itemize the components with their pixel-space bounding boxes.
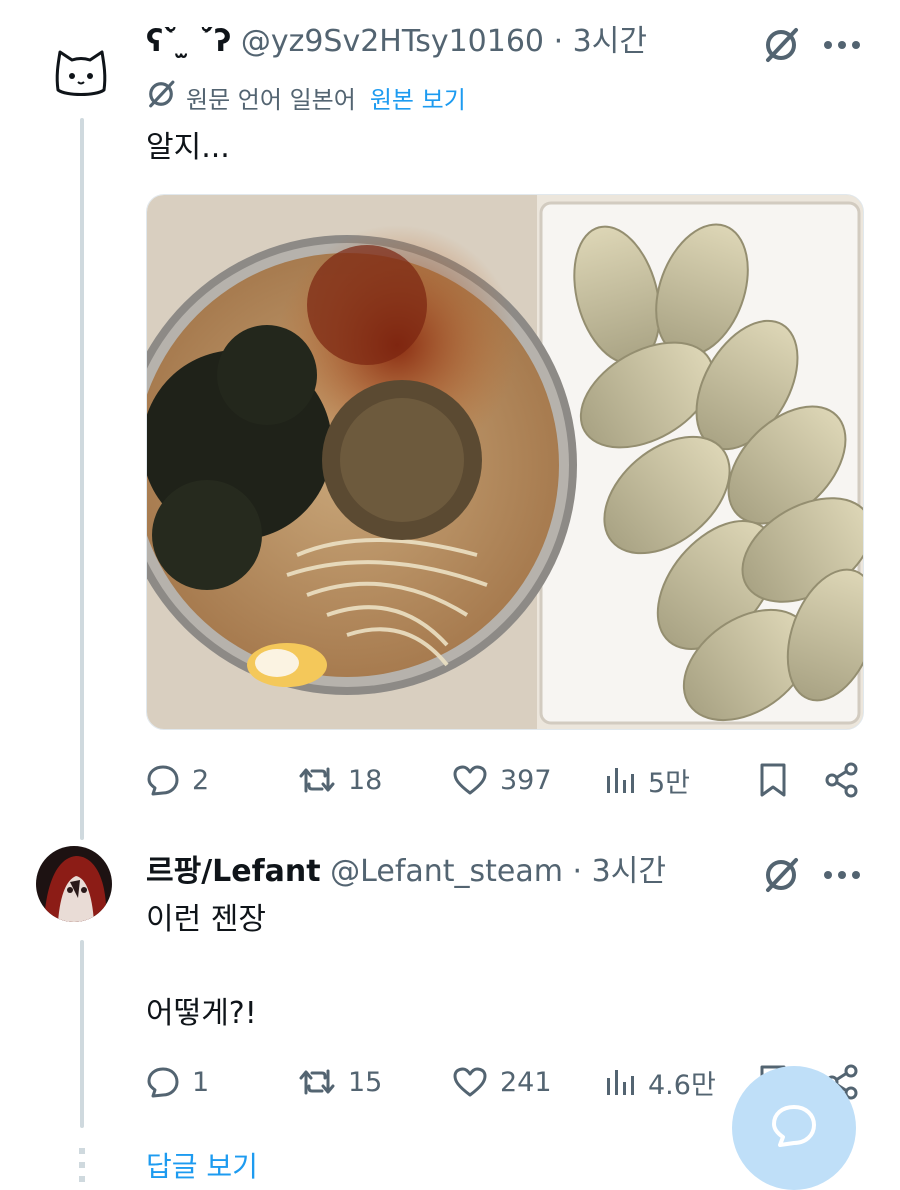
translate-icon[interactable] [760,24,802,66]
views-icon [604,764,636,796]
translation-row: 원문 언어 일본어 원본 보기 [146,80,466,114]
show-replies-link[interactable]: 답글 보기 [146,1148,258,1186]
avatar[interactable] [36,846,112,922]
timestamp[interactable]: 3시간 [573,24,647,59]
display-name[interactable]: 르팡/Lefant [146,854,321,889]
reply-icon [146,763,180,797]
user-handle[interactable]: @yz9Sv2HTsy10160 [241,24,544,59]
compose-reply-button[interactable] [732,1066,856,1190]
compose-reply-icon [767,1099,821,1157]
tweet-text: 알지... [146,130,230,165]
tweet-header: 르팡/Lefant @Lefant_steam · 3시간 [146,852,666,892]
repost-icon [298,1065,336,1099]
thread-connector [80,940,84,1128]
views-count: 4.6만 [648,1069,716,1101]
like-button[interactable]: 397 [452,760,552,800]
views-button[interactable]: 5만 [604,760,690,800]
thread-dots [79,1148,85,1188]
reply-button[interactable]: 1 [146,1062,209,1102]
views-button[interactable]: 4.6만 [604,1062,716,1102]
tweet-photo[interactable] [146,194,864,730]
display-name[interactable]: ʕ˘̀ ̫ ˘́ʔ [146,24,231,59]
bookmark-icon[interactable] [752,760,794,800]
translate-icon[interactable] [760,854,802,896]
reply-icon [146,1065,180,1099]
tweet-text-line-2: 어떻게?! [146,996,257,1031]
like-count: 241 [500,1066,552,1098]
repost-count: 15 [348,1066,383,1098]
like-button[interactable]: 241 [452,1062,552,1102]
more-icon[interactable] [820,858,864,892]
repost-icon [298,763,336,797]
tweet-header: ʕ˘̀ ̫ ˘́ʔ @yz9Sv2HTsy10160 · 3시간 [146,22,647,62]
user-handle[interactable]: @Lefant_steam [330,854,563,889]
reply-count: 1 [192,1066,210,1098]
show-original-link[interactable]: 원본 보기 [370,80,466,115]
translate-icon [146,79,176,115]
repost-count: 18 [348,764,383,796]
views-icon [604,1066,636,1098]
cat-avatar-icon[interactable] [50,40,112,102]
separator-dot: · [553,24,564,59]
thread-connector [80,118,84,840]
translation-label: 원문 언어 일본어 [186,85,356,114]
like-count: 397 [500,764,552,796]
share-icon[interactable] [820,758,864,802]
tweet-text-line-1: 이런 젠장 [146,902,266,937]
like-icon [452,1066,488,1098]
repost-button[interactable]: 18 [298,760,382,800]
views-count: 5만 [648,767,691,799]
repost-button[interactable]: 15 [298,1062,382,1102]
reply-count: 2 [192,764,210,796]
more-icon[interactable] [820,28,864,62]
like-icon [452,764,488,796]
separator-dot: · [572,854,583,889]
reply-button[interactable]: 2 [146,760,209,800]
timestamp[interactable]: 3시간 [592,854,666,889]
